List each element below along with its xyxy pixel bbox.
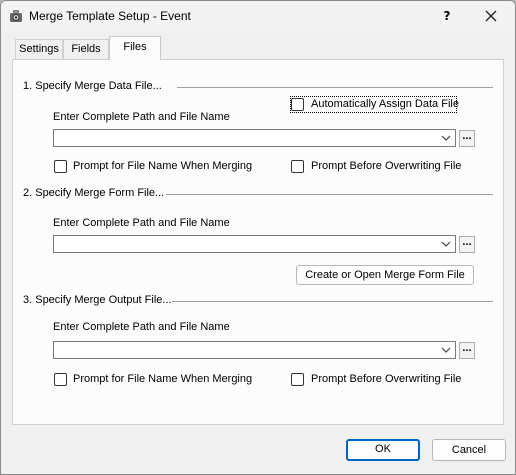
section-heading-output-file: 3. Specify Merge Output File... — [23, 294, 172, 306]
close-icon — [485, 10, 497, 22]
output-prompt-filename-checkbox[interactable] — [54, 373, 67, 386]
form-file-browse-button[interactable]: ... — [459, 236, 475, 253]
output-prompt-overwrite-label: Prompt Before Overwriting File — [311, 373, 462, 385]
output-file-path-combo[interactable] — [53, 341, 456, 359]
tab-settings[interactable]: Settings — [15, 39, 63, 59]
chevron-down-icon — [441, 347, 451, 353]
form-file-path-label: Enter Complete Path and File Name — [53, 217, 230, 229]
close-button[interactable] — [469, 1, 513, 31]
tab-files[interactable]: Files — [109, 36, 161, 60]
data-prompt-overwrite-checkbox[interactable] — [291, 160, 304, 173]
output-file-path-label: Enter Complete Path and File Name — [53, 321, 230, 333]
window-title: Merge Template Setup - Event — [29, 9, 191, 23]
data-file-browse-button[interactable]: ... — [459, 130, 475, 147]
help-button[interactable]: ? — [425, 1, 469, 31]
dialog-window: Merge Template Setup - Event ? Settings … — [0, 0, 516, 475]
data-prompt-filename-checkbox[interactable] — [54, 160, 67, 173]
chevron-down-icon — [441, 241, 451, 247]
create-open-form-button[interactable]: Create or Open Merge Form File — [296, 265, 474, 285]
data-file-path-combo[interactable] — [53, 129, 456, 147]
auto-assign-label: Automatically Assign Data File — [311, 98, 459, 110]
section-divider — [177, 87, 493, 88]
cancel-button[interactable]: Cancel — [432, 439, 506, 461]
section-divider — [172, 301, 493, 302]
auto-assign-checkbox[interactable] — [291, 98, 304, 111]
data-file-path-label: Enter Complete Path and File Name — [53, 111, 230, 123]
form-file-path-combo[interactable] — [53, 235, 456, 253]
section-heading-data-file: 1. Specify Merge Data File... — [23, 80, 162, 92]
ok-button[interactable]: OK — [346, 439, 420, 461]
data-prompt-filename-label: Prompt for File Name When Merging — [73, 160, 253, 172]
tab-fields[interactable]: Fields — [63, 39, 109, 59]
output-file-browse-button[interactable]: ... — [459, 342, 475, 359]
output-prompt-overwrite-checkbox[interactable] — [291, 373, 304, 386]
app-icon — [8, 8, 24, 24]
section-divider — [166, 194, 493, 195]
data-prompt-overwrite-label: Prompt Before Overwriting File — [311, 160, 462, 172]
chevron-down-icon — [441, 135, 451, 141]
title-bar: Merge Template Setup - Event ? — [1, 1, 515, 31]
output-prompt-filename-label: Prompt for File Name When Merging — [73, 373, 253, 385]
section-heading-form-file: 2. Specify Merge Form File... — [23, 187, 165, 199]
